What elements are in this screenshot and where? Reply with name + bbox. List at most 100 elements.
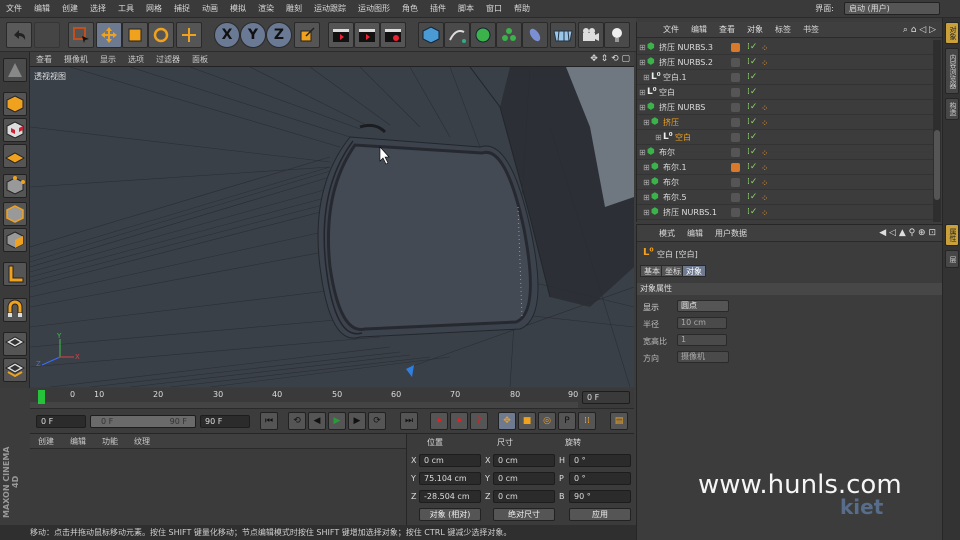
objmgr-menu-file[interactable]: 文件	[657, 24, 685, 35]
material-menu-edit[interactable]: 编辑	[62, 436, 94, 447]
attr-display-select[interactable]: 圆点	[677, 300, 729, 312]
viewport-menu-filter[interactable]: 过滤器	[150, 54, 186, 65]
expand-icon[interactable]: ⊞	[643, 205, 650, 220]
model-mode-button[interactable]	[3, 92, 27, 116]
coord-pos-x-field[interactable]: 0 cm	[419, 454, 481, 467]
coord-mode-select[interactable]: 对象 (相对)	[419, 508, 481, 521]
scale-tool-button[interactable]	[122, 22, 148, 48]
layer-color-swatch[interactable]	[731, 103, 740, 112]
current-frame-field[interactable]: 0 F	[36, 415, 86, 428]
render-settings-button[interactable]	[380, 22, 406, 48]
expand-icon[interactable]: ⊞	[639, 55, 646, 70]
coord-size-mode-select[interactable]: 绝对尺寸	[493, 508, 555, 521]
visibility-check-icon[interactable]: ⁞✓	[747, 175, 757, 190]
redo-button[interactable]	[34, 22, 60, 48]
object-row[interactable]: ⊞ L⁰ 空白.1 ⁞✓	[637, 70, 933, 85]
layer-color-swatch[interactable]	[731, 193, 740, 202]
points-mode-button[interactable]	[3, 174, 27, 198]
attr-tab-object[interactable]: 对象	[682, 265, 706, 277]
object-row[interactable]: ⊞ ⬢ 布尔.5 ⁞✓ ⁘	[637, 190, 933, 205]
right-tab-structure[interactable]: 构造	[945, 98, 959, 120]
expand-icon[interactable]: ⊞	[655, 130, 662, 145]
timeline-end-field[interactable]: 0 F	[582, 391, 630, 404]
interface-select[interactable]: 启动 (用户)	[844, 2, 940, 15]
autokey-button[interactable]: ⏺	[450, 412, 468, 430]
key-position-button[interactable]: ✥	[498, 412, 516, 430]
right-tab-objects[interactable]: 对象	[945, 22, 959, 44]
object-row[interactable]: ⊞ L⁰ 空白 ⁞✓	[637, 85, 933, 100]
menu-help[interactable]: 帮助	[508, 3, 536, 14]
objmgr-menu-objects[interactable]: 对象	[741, 24, 769, 35]
attr-menu-mode[interactable]: 模式	[653, 228, 681, 239]
workplane-mode-button[interactable]	[3, 144, 27, 168]
object-row[interactable]: ⊞ ⬢ 布尔.1 ⁞✓ ⁘	[637, 160, 933, 175]
material-menu-create[interactable]: 创建	[30, 436, 62, 447]
rotate-tool-button[interactable]	[148, 22, 174, 48]
object-row[interactable]: ⊞ ⬢ 布尔 ⁞✓ ⁘	[637, 145, 933, 160]
visibility-check-icon[interactable]: ⁞✓	[747, 145, 757, 160]
workplane-grid-button[interactable]	[3, 358, 27, 382]
material-menu-texture[interactable]: 纹理	[126, 436, 158, 447]
key-parameter-button[interactable]: P	[558, 412, 576, 430]
visibility-check-icon[interactable]: ⁞✓	[747, 130, 757, 145]
object-row[interactable]: ⊞ ⬢ 布尔 ⁞✓ ⁘	[637, 175, 933, 190]
menu-snap[interactable]: 捕捉	[168, 3, 196, 14]
menu-simulate[interactable]: 模拟	[224, 3, 252, 14]
objmgr-menu-bookmarks[interactable]: 书签	[797, 24, 825, 35]
coord-pos-z-field[interactable]: -28.504 cm	[419, 490, 481, 503]
subdivision-surface-button[interactable]	[470, 22, 496, 48]
key-pla-button[interactable]: ⁞⁞	[578, 412, 596, 430]
menu-tools[interactable]: 工具	[112, 3, 140, 14]
prev-frame-button[interactable]: ◀	[308, 412, 326, 430]
goto-start-button[interactable]: ⏮	[260, 412, 278, 430]
attr-radius-field[interactable]: 10 cm	[677, 317, 727, 329]
edges-mode-button[interactable]	[3, 202, 27, 226]
key-rotation-button[interactable]: ◎	[538, 412, 556, 430]
right-tab-layers[interactable]: 层	[945, 250, 959, 268]
recent-tool-button[interactable]	[176, 22, 202, 48]
objmgr-menu-tags[interactable]: 标签	[769, 24, 797, 35]
coord-pos-y-field[interactable]: 75.104 cm	[419, 472, 481, 485]
perspective-viewport[interactable]: Y X Z 透视视图	[30, 67, 634, 387]
material-menu-function[interactable]: 功能	[94, 436, 126, 447]
visibility-check-icon[interactable]: ⁞✓	[747, 115, 757, 130]
objmgr-search-icon[interactable]: ⌕ ⌂ ◁ ▷	[897, 25, 942, 35]
coord-size-z-field[interactable]: 0 cm	[493, 490, 555, 503]
object-row[interactable]: ⊞ L⁰ 空白 ⁞✓	[637, 130, 933, 145]
cube-object-button[interactable]	[418, 22, 444, 48]
render-picture-viewer-button[interactable]	[354, 22, 380, 48]
visibility-check-icon[interactable]: ⁞✓	[747, 205, 757, 220]
menu-file[interactable]: 文件	[0, 3, 28, 14]
frame-range-slider[interactable]: 0 F 90 F	[90, 415, 196, 428]
timeline-window-button[interactable]: ▤	[610, 412, 628, 430]
menu-plugins[interactable]: 插件	[424, 3, 452, 14]
expand-icon[interactable]: ⊞	[643, 175, 650, 190]
viewport-nav-icons[interactable]: ✥ ⇕ ⟲ ▢	[590, 54, 630, 64]
layer-color-swatch[interactable]	[731, 118, 740, 127]
make-editable-button[interactable]	[3, 58, 27, 82]
y-axis-lock-button[interactable]: Y	[240, 22, 266, 48]
prev-key-button[interactable]: ⟲	[288, 412, 306, 430]
render-view-button[interactable]	[328, 22, 354, 48]
menu-select[interactable]: 选择	[84, 3, 112, 14]
attr-menu-userdata[interactable]: 用户数据	[709, 228, 753, 239]
object-row[interactable]: ⊞ ⬢ 挤压 NURBS.2 ⁞✓ ⁘	[637, 55, 933, 70]
layer-color-swatch[interactable]	[731, 43, 740, 52]
coord-rot-p-field[interactable]: 0 °	[569, 472, 631, 485]
deformer-button[interactable]	[522, 22, 548, 48]
viewport-menu-options[interactable]: 选项	[122, 54, 150, 65]
viewport-menu-view[interactable]: 查看	[30, 54, 58, 65]
goto-end-button[interactable]: ⏭	[400, 412, 418, 430]
expand-icon[interactable]: ⊞	[643, 115, 650, 130]
select-tool-button[interactable]	[68, 22, 94, 48]
attr-aspect-field[interactable]: 1	[677, 334, 727, 346]
light-button[interactable]	[604, 22, 630, 48]
expand-icon[interactable]: ⊞	[643, 160, 650, 175]
object-row[interactable]: ⊞ ⬢ 挤压 ⁞✓ ⁘	[637, 115, 933, 130]
right-tab-content-browser[interactable]: 内容浏览器	[945, 48, 959, 94]
menu-script[interactable]: 脚本	[452, 3, 480, 14]
coord-rot-b-field[interactable]: 90 °	[569, 490, 631, 503]
viewport-menu-cameras[interactable]: 摄像机	[58, 54, 94, 65]
visibility-check-icon[interactable]: ⁞✓	[747, 100, 757, 115]
visibility-check-icon[interactable]: ⁞✓	[747, 85, 757, 100]
